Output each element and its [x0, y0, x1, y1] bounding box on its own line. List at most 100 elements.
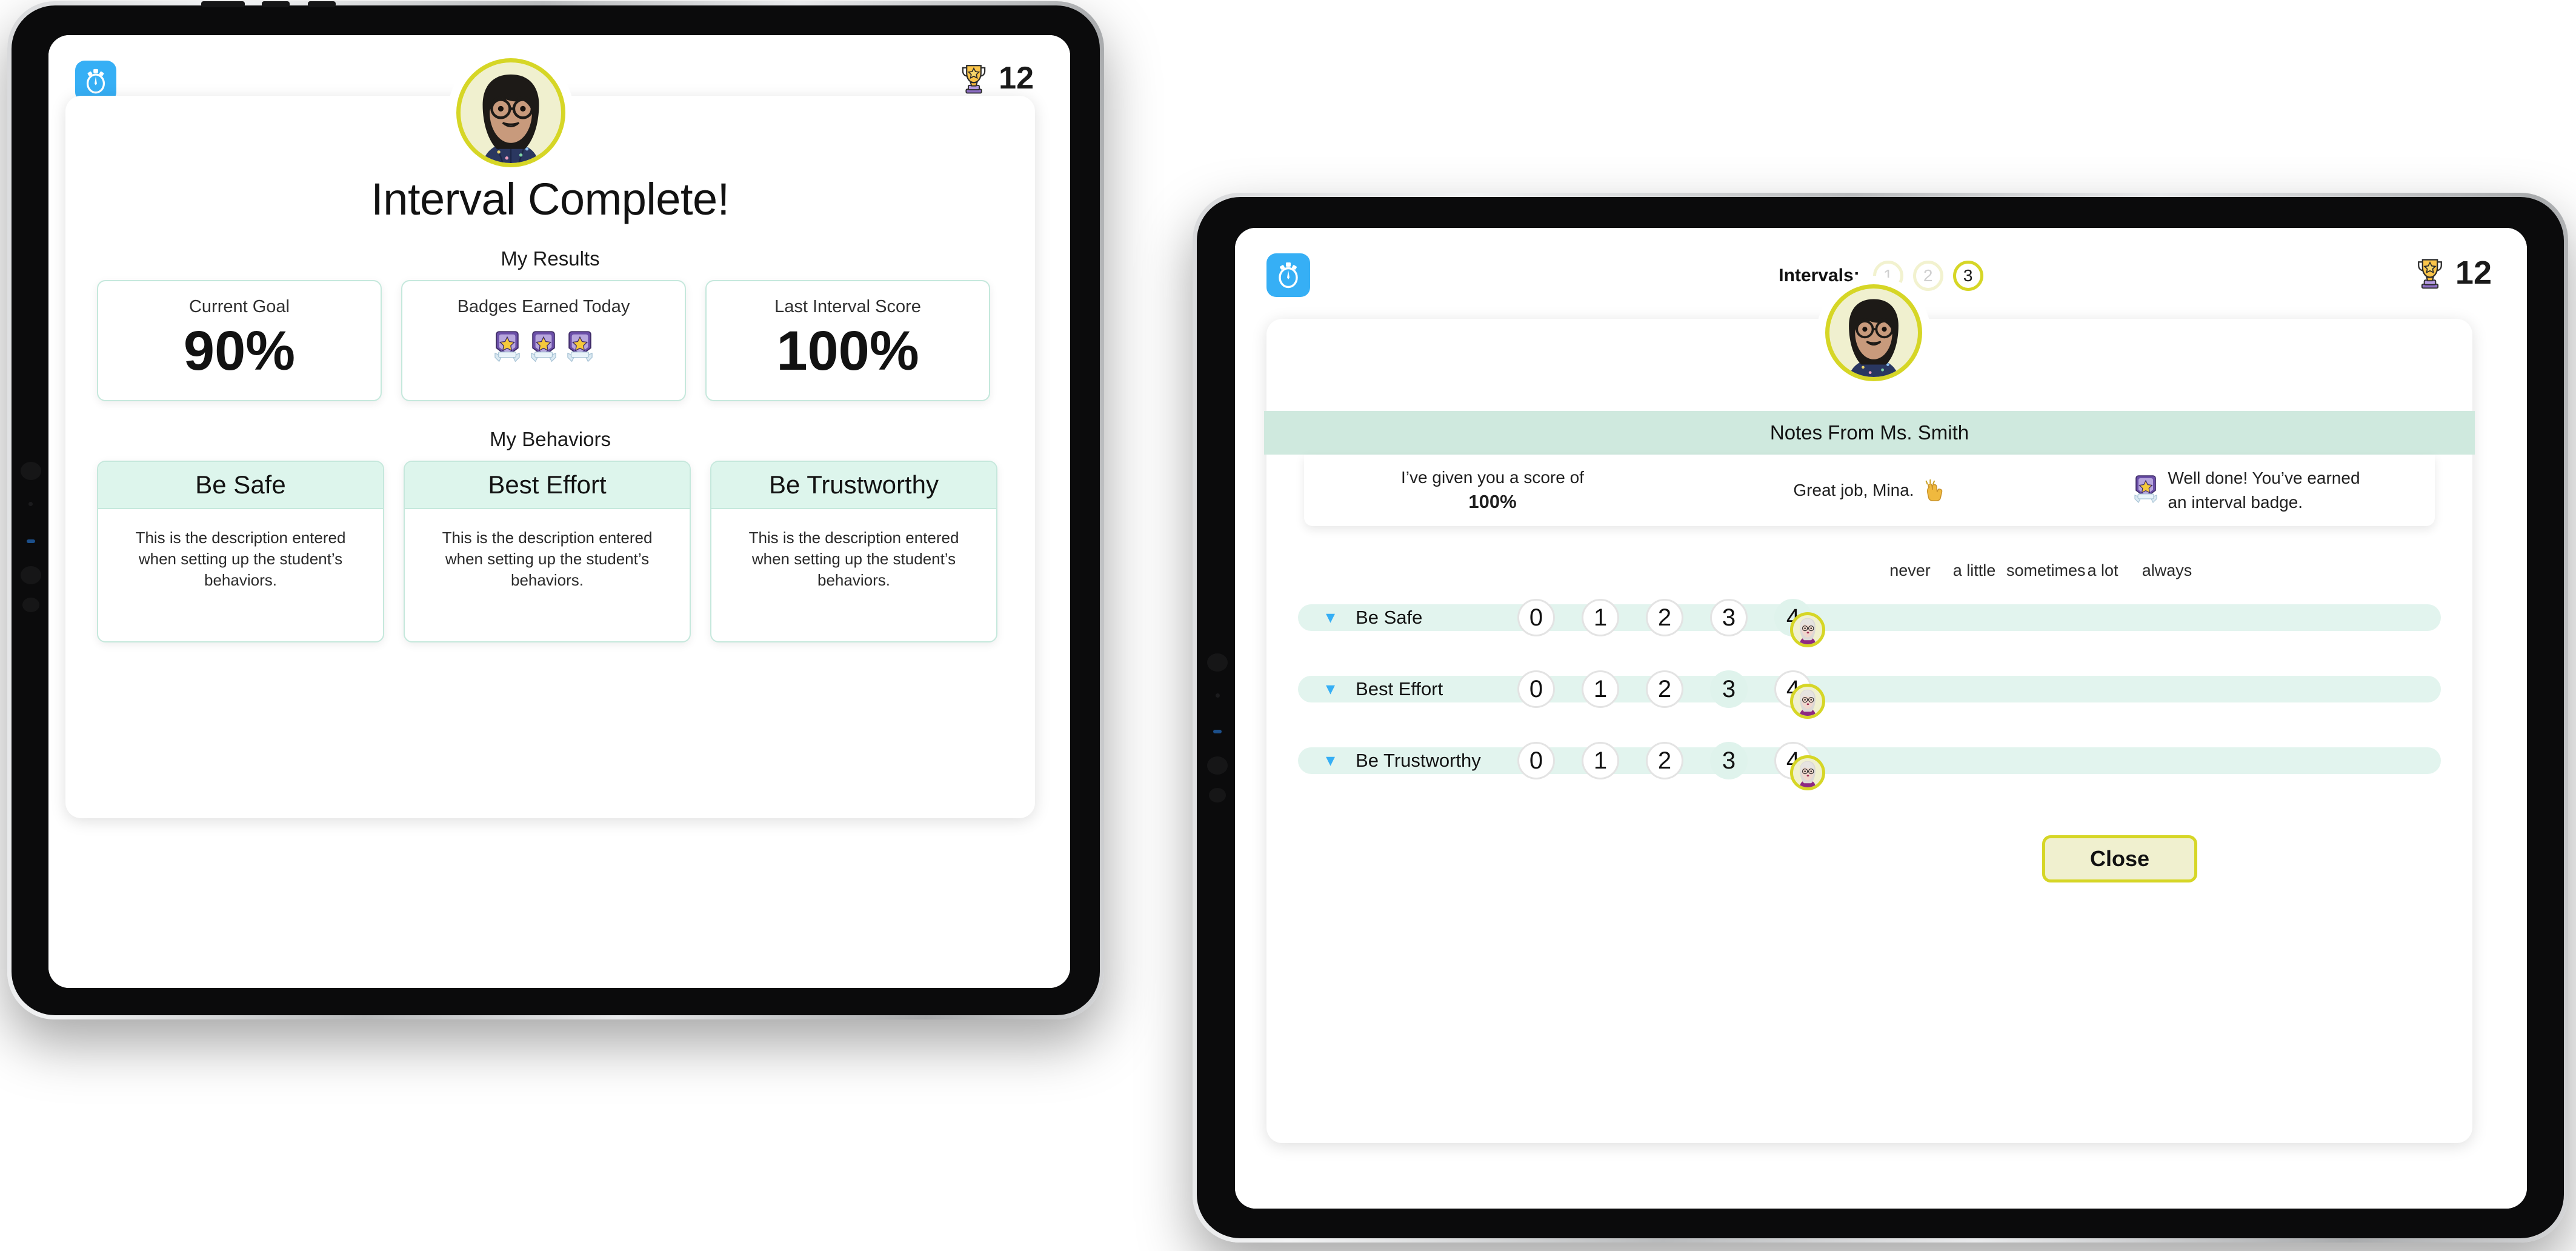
scale-label-sometimes: sometimes: [2006, 561, 2086, 579]
rating-bubble-0[interactable]: 0: [1517, 599, 1555, 636]
stat-label: Last Interval Score: [774, 297, 921, 316]
rating-bubble-1[interactable]: 1: [1582, 742, 1619, 779]
results-heading: My Results: [501, 247, 600, 270]
front-tablet-device: Intervals: 1 2 3 12 Notes From Ms. Smith…: [1193, 193, 2568, 1243]
back-tablet-device: 12 Interval Complete! My Results Current…: [7, 1, 1104, 1019]
interval-indicator-2[interactable]: 2: [1912, 261, 1943, 291]
stat-card-current-goal: Current Goal 90%: [97, 280, 382, 401]
rating-option[interactable]: 0: [1504, 742, 1568, 779]
behavior-title: Be Safe: [98, 462, 383, 509]
rating-behavior-name: Best Effort: [1356, 678, 1443, 699]
rating-row-be-safe: ▾ Be Safe 0 1 2 3 4: [1298, 598, 2441, 647]
clapping-hands-icon: [1923, 479, 1946, 502]
rating-bubble-3[interactable]: 3: [1710, 599, 1748, 636]
speaker-hole: [1207, 756, 1228, 775]
page-title: Interval Complete!: [371, 174, 730, 224]
rating-option[interactable]: 2: [1632, 599, 1697, 636]
speaker-hole: [1209, 788, 1226, 802]
rating-bubble-0[interactable]: 0: [1517, 742, 1555, 779]
behavior-card[interactable]: Be Trustworthy This is the description e…: [710, 461, 997, 642]
teacher-avatar: [1790, 684, 1825, 719]
interval-indicator-3[interactable]: 3: [1952, 261, 1983, 291]
interval-complete-app: 12 Interval Complete! My Results Current…: [48, 35, 1070, 988]
trophy-icon: [2412, 255, 2448, 291]
behavior-title: Best Effort: [405, 462, 690, 509]
close-button[interactable]: Close: [2042, 835, 2197, 882]
rating-bubble-1[interactable]: 1: [1582, 599, 1619, 636]
behavior-card[interactable]: Be Safe This is the description entered …: [97, 461, 384, 642]
notes-header: Notes From Ms. Smith: [1264, 411, 2475, 455]
rating-bubble-1[interactable]: 1: [1582, 670, 1619, 708]
rating-row-label-group[interactable]: ▾ Be Trustworthy: [1298, 750, 1504, 772]
award-badge-icon: [492, 330, 522, 365]
top-button: [262, 1, 290, 7]
speaker-hole: [21, 566, 41, 584]
rating-row-label-group[interactable]: ▾ Be Safe: [1298, 607, 1504, 629]
scale-label-never: never: [1889, 561, 1931, 579]
rating-bubble-3[interactable]: 3: [1710, 742, 1748, 779]
note-praise: Great job, Mina.: [1681, 479, 2058, 502]
rating-option[interactable]: 2: [1632, 742, 1697, 779]
stat-card-badges-earned: Badges Earned Today: [401, 280, 686, 401]
front-tablet-screen: Intervals: 1 2 3 12 Notes From Ms. Smith…: [1235, 228, 2527, 1209]
student-avatar: [1825, 284, 1922, 381]
behavior-title: Be Trustworthy: [711, 462, 996, 509]
rating-option[interactable]: 1: [1568, 742, 1632, 779]
scale-label-a-lot: a lot: [2087, 561, 2118, 579]
note-score-value: 100%: [1468, 490, 1517, 512]
chevron-down-icon[interactable]: ▾: [1326, 752, 1335, 770]
badge-total-count: 12: [2455, 255, 2492, 291]
note-badge-line1: Well done! You’ve earned: [2168, 469, 2360, 488]
rating-option[interactable]: 1: [1568, 670, 1632, 708]
behavior-description: This is the description entered when set…: [135, 529, 346, 589]
rating-bubble-0[interactable]: 0: [1517, 670, 1555, 708]
note-praise-text: Great job, Mina.: [1793, 481, 1914, 499]
trophy-icon: [956, 61, 991, 96]
rating-option[interactable]: 3: [1697, 742, 1761, 779]
stat-label: Current Goal: [188, 297, 290, 316]
speaker-hole: [21, 462, 41, 480]
rating-options: 0 1 2 3 4: [1504, 670, 1825, 719]
scale-label-a-little: a little: [1952, 561, 1996, 579]
top-button: [308, 1, 336, 7]
note-score: I’ve given you a score of 100%: [1304, 466, 1681, 515]
note-badge-line2: an interval badge.: [2168, 493, 2303, 512]
chevron-down-icon[interactable]: ▾: [1326, 680, 1335, 698]
rating-row-be-trustworthy: ▾ Be Trustworthy 0 1 2 3 4: [1298, 741, 2441, 790]
stat-value: 90%: [183, 320, 296, 382]
note-badge: Well done! You’ve earned an interval bad…: [2058, 466, 2435, 515]
rating-option[interactable]: 1: [1568, 599, 1632, 636]
behaviors-heading: My Behaviors: [490, 428, 611, 450]
badge-total-count: 12: [999, 61, 1034, 96]
rating-bubble-3[interactable]: 3: [1710, 670, 1748, 708]
interval-rating-app: Intervals: 1 2 3 12 Notes From Ms. Smith…: [1235, 228, 2527, 1209]
rating-bubble-2[interactable]: 2: [1646, 670, 1683, 708]
rating-bubble-2[interactable]: 2: [1646, 742, 1683, 779]
microphone-hole: [28, 502, 33, 506]
results-panel: Interval Complete! My Results Current Go…: [65, 58, 1035, 818]
award-badge-icon: [565, 330, 595, 365]
scale-label-always: always: [2142, 561, 2192, 579]
rating-option[interactable]: 2: [1632, 670, 1697, 708]
speaker-hole: [22, 598, 39, 612]
rating-option[interactable]: 3: [1697, 599, 1761, 636]
scale-header: never a little sometimes a lot always: [1878, 561, 2199, 580]
behavior-description: This is the description entered when set…: [442, 529, 653, 589]
status-led: [27, 539, 35, 543]
rating-options: 0 1 2 3 4: [1504, 742, 1825, 790]
microphone-hole: [1216, 693, 1220, 698]
award-badge-icon: [2132, 475, 2159, 506]
rating-option[interactable]: 0: [1504, 670, 1568, 708]
back-tablet-screen: 12 Interval Complete! My Results Current…: [48, 35, 1070, 988]
rating-bubble-2[interactable]: 2: [1646, 599, 1683, 636]
rating-row-label-group[interactable]: ▾ Best Effort: [1298, 678, 1504, 700]
rating-options: 0 1 2 3 4: [1504, 599, 1825, 647]
speaker-hole: [1207, 653, 1228, 672]
rating-option[interactable]: 0: [1504, 599, 1568, 636]
chevron-down-icon[interactable]: ▾: [1326, 609, 1335, 627]
badge-strip: [492, 330, 595, 365]
award-badge-icon: [528, 330, 559, 365]
rating-option[interactable]: 3: [1697, 670, 1761, 708]
behavior-card[interactable]: Best Effort This is the description ente…: [404, 461, 691, 642]
rating-row-best-effort: ▾ Best Effort 0 1 2 3 4: [1298, 669, 2441, 719]
